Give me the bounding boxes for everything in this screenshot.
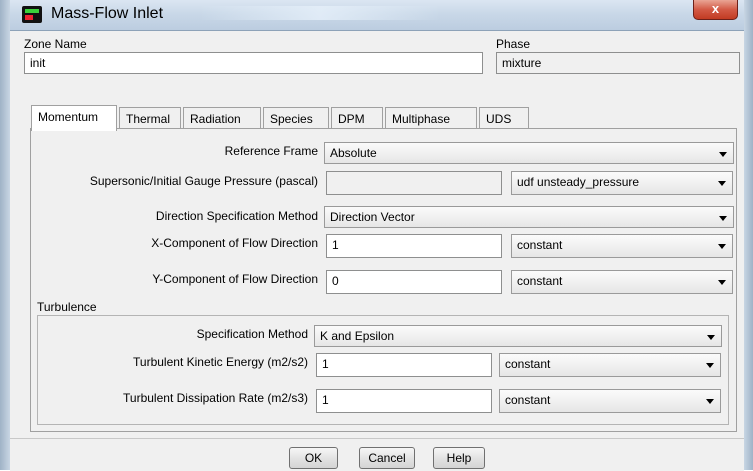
dissipation-rate-method-value: constant: [505, 393, 551, 407]
y-component-method-value: constant: [517, 274, 563, 288]
help-button[interactable]: Help: [433, 447, 485, 469]
pressure-method-value: udf unsteady_pressure: [517, 175, 640, 189]
x-component-label: X-Component of Flow Direction: [151, 236, 318, 250]
direction-method-select[interactable]: Direction Vector: [324, 206, 734, 228]
specification-method-label: Specification Method: [196, 327, 308, 341]
chevron-down-icon: [719, 216, 727, 221]
zone-name-label: Zone Name: [24, 37, 87, 51]
window-frame-left: [0, 0, 10, 470]
tab-uds[interactable]: UDS: [479, 107, 529, 129]
zone-name-input[interactable]: init: [24, 52, 483, 74]
chevron-down-icon: [719, 152, 727, 157]
turbulence-heading: Turbulence: [37, 300, 97, 314]
pressure-method-select[interactable]: udf unsteady_pressure: [511, 171, 733, 195]
reference-frame-label: Reference Frame: [224, 144, 318, 158]
chevron-down-icon: [718, 244, 726, 249]
x-component-method-select[interactable]: constant: [511, 234, 733, 258]
tab-dpm[interactable]: DPM: [331, 107, 383, 129]
y-component-method-select[interactable]: constant: [511, 270, 733, 294]
x-component-method-value: constant: [517, 238, 563, 252]
direction-method-value: Direction Vector: [330, 210, 415, 224]
kinetic-energy-label: Turbulent Kinetic Energy (m2/s2): [133, 355, 308, 369]
chevron-down-icon: [718, 280, 726, 285]
tab-thermal[interactable]: Thermal: [119, 107, 181, 129]
direction-method-label: Direction Specification Method: [155, 209, 318, 223]
tab-radiation[interactable]: Radiation: [183, 107, 261, 129]
y-component-input[interactable]: 0: [326, 270, 502, 294]
reference-frame-select[interactable]: Absolute: [324, 142, 734, 164]
dissipation-rate-input[interactable]: 1: [316, 389, 492, 413]
footer-divider: [10, 438, 744, 439]
chevron-down-icon: [706, 399, 714, 404]
y-component-label: Y-Component of Flow Direction: [152, 272, 318, 286]
cancel-button[interactable]: Cancel: [359, 447, 415, 469]
chevron-down-icon: [707, 335, 715, 340]
app-icon: [22, 6, 42, 23]
chevron-down-icon: [706, 363, 714, 368]
tab-species[interactable]: Species: [263, 107, 329, 129]
kinetic-energy-input[interactable]: 1: [316, 353, 492, 377]
window-title: Mass-Flow Inlet: [51, 5, 164, 22]
ok-button[interactable]: OK: [289, 447, 338, 469]
title-glow: [200, 6, 440, 20]
close-button[interactable]: x: [693, 0, 738, 20]
pressure-label: Supersonic/Initial Gauge Pressure (pasca…: [89, 174, 318, 188]
dissipation-rate-label: Turbulent Dissipation Rate (m2/s3): [123, 391, 308, 405]
reference-frame-value: Absolute: [330, 146, 377, 160]
dissipation-rate-method-select[interactable]: constant: [499, 389, 721, 413]
specification-method-value: K and Epsilon: [320, 329, 395, 343]
kinetic-energy-method-select[interactable]: constant: [499, 353, 721, 377]
phase-field: mixture: [496, 52, 740, 74]
specification-method-select[interactable]: K and Epsilon: [314, 325, 722, 347]
pressure-input[interactable]: [326, 171, 502, 195]
phase-label: Phase: [496, 37, 531, 51]
chevron-down-icon: [718, 181, 726, 186]
window-frame-right: [744, 0, 753, 470]
x-component-input[interactable]: 1: [326, 234, 502, 258]
tab-multiphase[interactable]: Multiphase: [385, 107, 477, 129]
kinetic-energy-method-value: constant: [505, 357, 551, 371]
tab-momentum[interactable]: Momentum: [31, 105, 117, 131]
